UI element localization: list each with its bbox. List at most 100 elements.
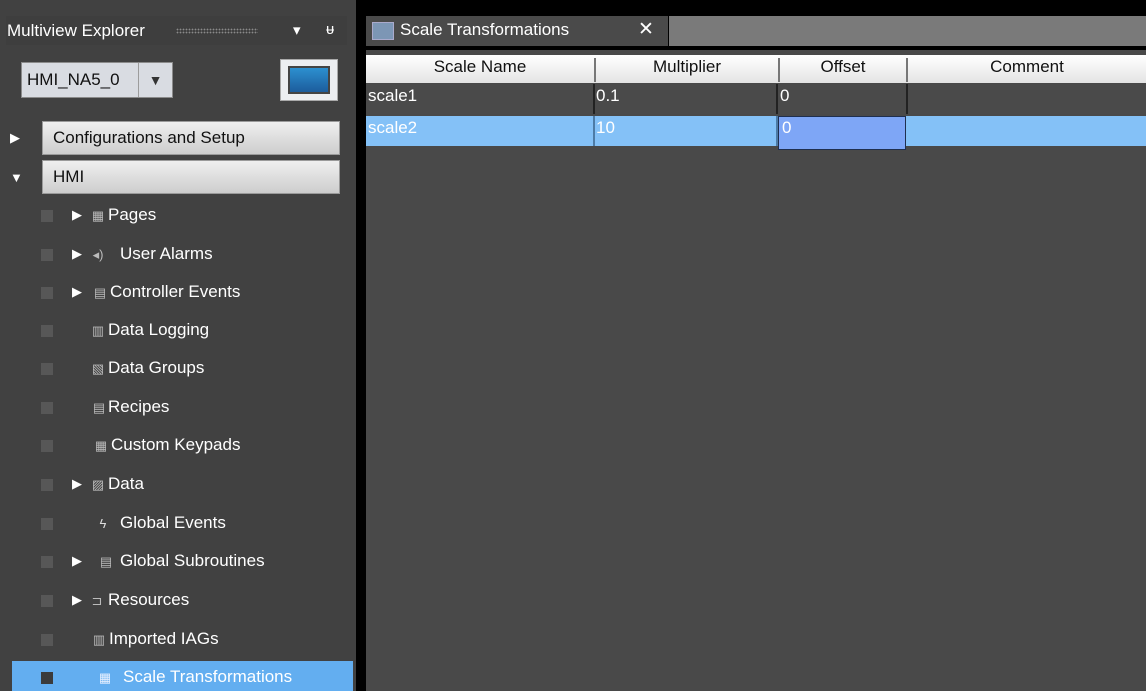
tree-item-label: Scale Transformations xyxy=(123,667,293,686)
table-header: Scale Name Multiplier Offset Comment xyxy=(366,55,1146,83)
tree-item-data[interactable]: ▶ ▨ Data xyxy=(12,468,353,502)
calendar-icon: ▤ xyxy=(93,285,107,300)
expand-arrow-icon[interactable]: ▶ xyxy=(72,553,82,569)
cell-scale-name[interactable]: scale1 xyxy=(368,86,417,106)
drag-grip[interactable] xyxy=(176,28,258,34)
expand-arrow-icon[interactable]: ▶ xyxy=(72,246,82,262)
column-header-offset[interactable]: Offset xyxy=(780,57,906,77)
pin-icon[interactable]: ᵾ xyxy=(326,21,334,38)
tree-item-user-alarms[interactable]: ▶ ◂) User Alarms xyxy=(12,238,353,272)
tree-item-label: Data xyxy=(108,474,144,493)
cell-divider xyxy=(776,84,778,114)
status-square xyxy=(41,287,53,299)
cell-divider xyxy=(906,84,908,114)
collapse-arrow-icon[interactable]: ▼ xyxy=(10,170,23,185)
data-logging-icon: ▥ xyxy=(91,323,105,338)
tree-item-label: Data Groups xyxy=(108,358,205,377)
status-square xyxy=(41,325,53,337)
expand-arrow-icon[interactable]: ▶ xyxy=(72,476,82,492)
tree-item-label: Global Subroutines xyxy=(120,551,265,570)
panel-splitter[interactable] xyxy=(356,0,366,691)
status-square xyxy=(41,210,53,222)
cell-multiplier[interactable]: 10 xyxy=(596,118,615,138)
cell-offset[interactable]: 0 xyxy=(780,86,789,106)
cell-offset[interactable]: 0 xyxy=(782,118,791,138)
speaker-icon: ◂) xyxy=(92,247,104,262)
table-row-selected[interactable]: scale2 10 xyxy=(366,116,1146,146)
section-hmi[interactable]: HMI xyxy=(42,160,340,194)
tree-item-resources[interactable]: ▶ ⊐ Resources xyxy=(12,584,353,618)
tree-item-custom-keypads[interactable]: ▦ Custom Keypads xyxy=(12,429,353,463)
status-square xyxy=(41,634,53,646)
expand-arrow-icon[interactable]: ▶ xyxy=(10,130,20,146)
iag-icon: ▥ xyxy=(92,632,106,647)
status-square xyxy=(41,363,53,375)
cell-divider xyxy=(593,116,595,146)
data-icon: ▨ xyxy=(91,477,105,492)
tree-item-controller-events[interactable]: ▶ ▤ Controller Events xyxy=(12,276,353,310)
section-configurations[interactable]: Configurations and Setup xyxy=(42,121,340,155)
recipes-icon: ▤ xyxy=(92,400,106,415)
scale-icon: ▦ xyxy=(98,670,112,685)
tree-item-scale-transformations[interactable]: ▦ Scale Transformations xyxy=(12,661,353,691)
table-row[interactable]: scale1 0.1 0 xyxy=(366,84,1146,114)
pages-icon: ▦ xyxy=(91,208,105,223)
hmi-screen-icon xyxy=(288,66,330,94)
status-square xyxy=(41,479,53,491)
status-square xyxy=(41,402,53,414)
device-name: HMI_NA5_0 xyxy=(27,70,120,89)
cell-scale-name[interactable]: scale2 xyxy=(368,118,417,138)
section-label: Configurations and Setup xyxy=(53,128,245,147)
data-groups-icon: ▧ xyxy=(91,361,105,376)
status-square xyxy=(41,556,53,568)
column-header-multiplier[interactable]: Multiplier xyxy=(596,57,778,77)
tree-item-label: Pages xyxy=(108,205,157,224)
tab-label: Scale Transformations xyxy=(400,20,570,39)
tree-item-label: Controller Events xyxy=(110,282,241,301)
column-header-scale-name[interactable]: Scale Name xyxy=(366,57,594,77)
tree-item-label: Recipes xyxy=(108,397,170,416)
tree-item-label: Global Events xyxy=(120,513,226,532)
cell-multiplier[interactable]: 0.1 xyxy=(596,86,620,106)
status-square xyxy=(41,440,53,452)
device-view-button[interactable] xyxy=(280,59,338,101)
tree-item-label: Imported IAGs xyxy=(109,629,219,648)
scale-icon xyxy=(372,22,394,40)
tree-item-label: User Alarms xyxy=(120,244,213,263)
tree-item-label: Resources xyxy=(108,590,190,609)
tree-item-recipes[interactable]: ▤ Recipes xyxy=(12,391,353,425)
tab-scale-transformations[interactable]: Scale Transformations ✕ xyxy=(366,16,668,46)
tree-item-data-groups[interactable]: ▧ Data Groups xyxy=(12,352,353,386)
status-square xyxy=(41,518,53,530)
editor-area: Scale Transformations ✕ Scale Name Multi… xyxy=(366,0,1146,691)
explorer-header: Multiview Explorer ▾ ᵾ xyxy=(6,16,347,45)
device-selector[interactable]: HMI_NA5_0 ▼ xyxy=(21,62,173,98)
offset-edit-field[interactable]: 0 xyxy=(778,116,906,150)
tree-item-label: Custom Keypads xyxy=(111,435,241,454)
tree-item-label: Data Logging xyxy=(108,320,210,339)
expand-arrow-icon[interactable]: ▶ xyxy=(72,592,82,608)
dropdown-arrow-icon[interactable]: ▾ xyxy=(293,21,301,39)
close-icon[interactable]: ✕ xyxy=(638,18,654,41)
chevron-down-icon[interactable]: ▼ xyxy=(138,63,172,97)
expand-arrow-icon[interactable]: ▶ xyxy=(72,284,82,300)
tree-item-pages[interactable]: ▶ ▦ Pages xyxy=(12,199,353,233)
status-square xyxy=(41,595,53,607)
tree-item-global-subroutines[interactable]: ▶ ▤ Global Subroutines xyxy=(12,545,353,579)
status-square xyxy=(41,249,53,261)
expand-arrow-icon[interactable]: ▶ xyxy=(72,207,82,223)
section-label: HMI xyxy=(53,167,85,186)
multiview-explorer: Multiview Explorer ▾ ᵾ HMI_NA5_0 ▼ ▶ Con… xyxy=(0,0,356,691)
explorer-title: Multiview Explorer xyxy=(7,21,145,40)
cell-divider xyxy=(593,84,595,114)
subroutine-icon: ▤ xyxy=(99,554,113,569)
resources-icon: ⊐ xyxy=(91,593,103,608)
tab-strip: Scale Transformations ✕ xyxy=(366,0,1146,50)
tree-item-imported-iags[interactable]: ▥ Imported IAGs xyxy=(12,623,353,657)
tree-item-global-events[interactable]: ϟ Global Events xyxy=(12,507,353,541)
keypad-icon: ▦ xyxy=(94,438,108,453)
tree-item-data-logging[interactable]: ▥ Data Logging xyxy=(12,314,353,348)
status-square xyxy=(41,672,53,684)
column-header-comment[interactable]: Comment xyxy=(908,57,1146,77)
tab-strip-background xyxy=(669,16,1146,46)
